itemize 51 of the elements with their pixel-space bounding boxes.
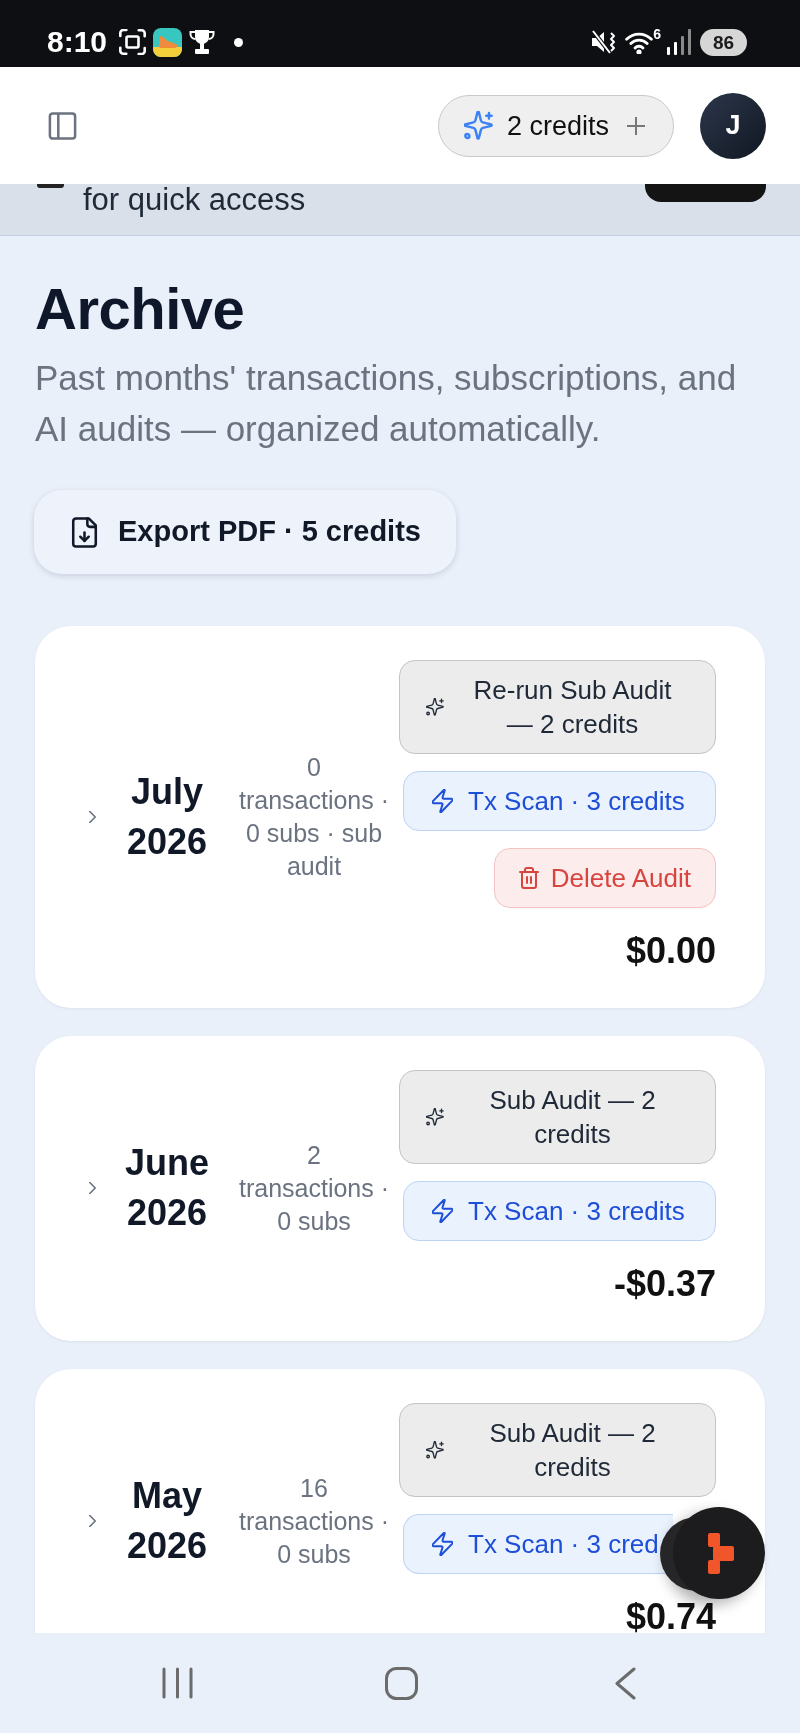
tx-scan-button[interactable]: Tx Scan · 3 credits	[403, 1181, 716, 1241]
status-time: 8:10	[47, 25, 108, 59]
lightning-icon	[432, 789, 453, 813]
logo-icon	[708, 1532, 734, 1574]
lightning-icon	[432, 1199, 453, 1223]
screenshot-icon	[119, 29, 147, 55]
plus-icon	[627, 116, 645, 135]
month-label: July 2026	[125, 769, 209, 864]
file-download-icon	[71, 516, 98, 548]
avatar[interactable]: J	[700, 92, 766, 159]
sidebar-toggle-icon[interactable]	[48, 111, 77, 140]
home-icon[interactable]	[384, 1666, 418, 1700]
month-total: $0.74	[625, 1595, 716, 1633]
export-pdf-button[interactable]: Export PDF · 5 credits	[34, 490, 456, 574]
battery-indicator: 86	[700, 28, 747, 56]
credits-button[interactable]: 2 credits	[438, 94, 674, 157]
sub-audit-button[interactable]: Sub Audit — 2 credits	[399, 1070, 716, 1164]
lightning-icon	[432, 1532, 453, 1556]
month-total: -$0.37	[613, 1262, 716, 1306]
page-title: Archive	[35, 275, 246, 343]
month-summary: 0 transactions · 0 subs · sub audit	[238, 751, 390, 882]
banner-text: for quick access	[83, 184, 306, 215]
sparkles-icon	[426, 1108, 444, 1126]
trash-icon	[518, 867, 539, 889]
tx-scan-button[interactable]: Tx Scan · 3 credits	[403, 771, 716, 831]
network-type-label: 6	[653, 26, 661, 41]
sub-audit-button[interactable]: Re-run Sub Audit — 2 credits	[399, 660, 716, 754]
sparkles-icon	[426, 698, 444, 716]
app-icon	[153, 27, 183, 57]
month-summary: 2 transactions · 0 subs	[238, 1139, 390, 1237]
signal-icon	[667, 29, 693, 55]
page-description: Past months' transactions, subscriptions, and AI audits — organized automatically.	[35, 357, 738, 450]
sparkles-icon	[464, 111, 493, 140]
trophy-icon	[188, 29, 217, 55]
delete-audit-button[interactable]: Delete Audit	[493, 848, 716, 908]
chevron-icon[interactable]	[89, 810, 96, 823]
month-total: $0.00	[625, 929, 716, 973]
banner-button[interactable]	[645, 184, 766, 202]
tx-scan-button[interactable]: Tx Scan · 3 cred	[403, 1514, 673, 1574]
month-label: May 2026	[125, 1474, 209, 1568]
recent-apps-icon[interactable]	[161, 1667, 193, 1699]
month-summary: 16 transactions · 0 subs	[238, 1472, 390, 1570]
wifi-icon	[625, 30, 654, 54]
month-label: June 2026	[124, 1141, 210, 1235]
chevron-icon[interactable]	[89, 1515, 96, 1527]
banner-icon	[37, 184, 64, 188]
sub-audit-button[interactable]: Sub Audit — 2 credits	[399, 1403, 716, 1497]
back-icon[interactable]	[614, 1666, 636, 1700]
sparkles-icon	[426, 1441, 444, 1459]
chevron-icon[interactable]	[89, 1182, 96, 1194]
dot-icon	[234, 37, 244, 47]
